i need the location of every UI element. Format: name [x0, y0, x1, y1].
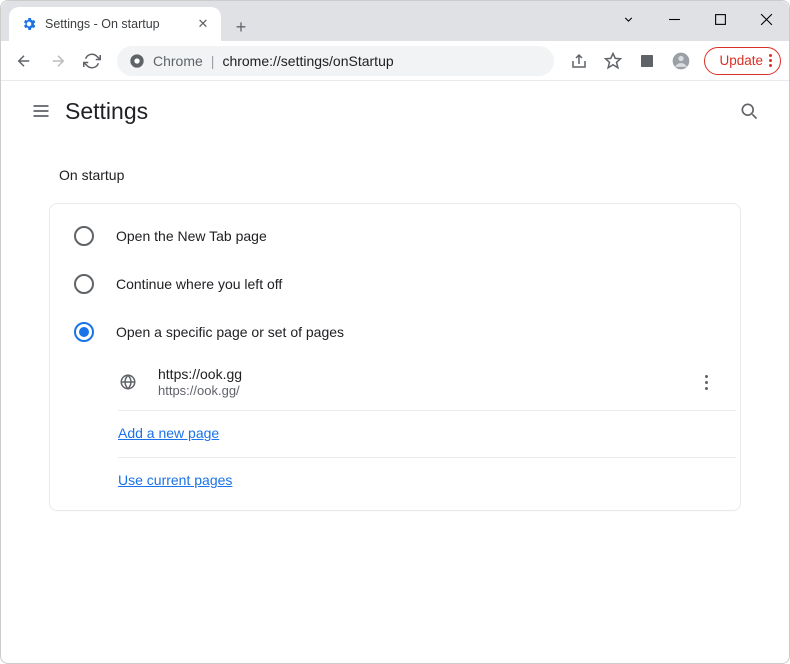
- minimize-button[interactable]: [651, 1, 697, 37]
- address-bar[interactable]: Chrome | chrome://settings/onStartup: [117, 46, 554, 76]
- titlebar: Settings - On startup ✕ +: [1, 1, 789, 41]
- startup-page-row: https://ook.gg https://ook.gg/: [98, 356, 736, 408]
- page-title: Settings: [65, 98, 148, 125]
- divider: [118, 410, 736, 411]
- page-entry-url: https://ook.gg/: [158, 383, 672, 398]
- omnibox-path: chrome://settings/onStartup: [222, 53, 393, 69]
- add-page-link[interactable]: Add a new page: [118, 425, 219, 441]
- page-entry-title: https://ook.gg: [158, 366, 672, 382]
- update-label: Update: [719, 53, 763, 68]
- section-title: On startup: [49, 149, 741, 203]
- kebab-icon: [769, 54, 772, 67]
- new-tab-button[interactable]: +: [227, 13, 255, 41]
- radio-continue[interactable]: Continue where you left off: [50, 260, 740, 308]
- startup-card: Open the New Tab page Continue where you…: [49, 203, 741, 511]
- bookmark-icon[interactable]: [598, 46, 628, 76]
- reload-button[interactable]: [77, 46, 107, 76]
- add-page-row: Add a new page: [98, 413, 736, 455]
- chevron-down-icon[interactable]: [605, 1, 651, 37]
- divider: [118, 457, 736, 458]
- browser-tab[interactable]: Settings - On startup ✕: [9, 7, 221, 41]
- specific-pages-block: https://ook.gg https://ook.gg/ Add a new…: [98, 356, 736, 502]
- content-area: On startup Open the New Tab page Continu…: [1, 141, 789, 531]
- omnibox-divider: |: [211, 53, 215, 69]
- search-icon[interactable]: [729, 91, 769, 131]
- page-text: https://ook.gg https://ook.gg/: [158, 366, 672, 398]
- extensions-icon[interactable]: [632, 46, 662, 76]
- use-current-row: Use current pages: [98, 460, 736, 502]
- radio-icon: [74, 226, 94, 246]
- close-icon[interactable]: ✕: [195, 16, 211, 32]
- omnibox-prefix: Chrome: [153, 53, 203, 69]
- settings-header: Settings: [1, 81, 789, 141]
- close-window-button[interactable]: [743, 1, 789, 37]
- kebab-icon: [705, 375, 708, 390]
- page-more-button[interactable]: [692, 375, 720, 390]
- tab-title: Settings - On startup: [45, 17, 187, 31]
- globe-icon: [118, 372, 138, 392]
- share-icon[interactable]: [564, 46, 594, 76]
- radio-icon: [74, 322, 94, 342]
- update-button[interactable]: Update: [704, 47, 781, 75]
- profile-icon[interactable]: [666, 46, 696, 76]
- radio-label: Open a specific page or set of pages: [116, 324, 344, 340]
- radio-new-tab[interactable]: Open the New Tab page: [50, 212, 740, 260]
- radio-icon: [74, 274, 94, 294]
- toolbar: Chrome | chrome://settings/onStartup Upd…: [1, 41, 789, 81]
- back-button[interactable]: [9, 46, 39, 76]
- use-current-link[interactable]: Use current pages: [118, 472, 232, 488]
- gear-icon: [21, 16, 37, 32]
- maximize-button[interactable]: [697, 1, 743, 37]
- menu-icon[interactable]: [21, 91, 61, 131]
- radio-label: Continue where you left off: [116, 276, 282, 292]
- radio-label: Open the New Tab page: [116, 228, 267, 244]
- radio-specific-pages[interactable]: Open a specific page or set of pages: [50, 308, 740, 356]
- window-controls: [605, 1, 789, 37]
- chrome-icon: [129, 53, 145, 69]
- browser-window: Settings - On startup ✕ + Chrome | chrom…: [0, 0, 790, 664]
- forward-button[interactable]: [43, 46, 73, 76]
